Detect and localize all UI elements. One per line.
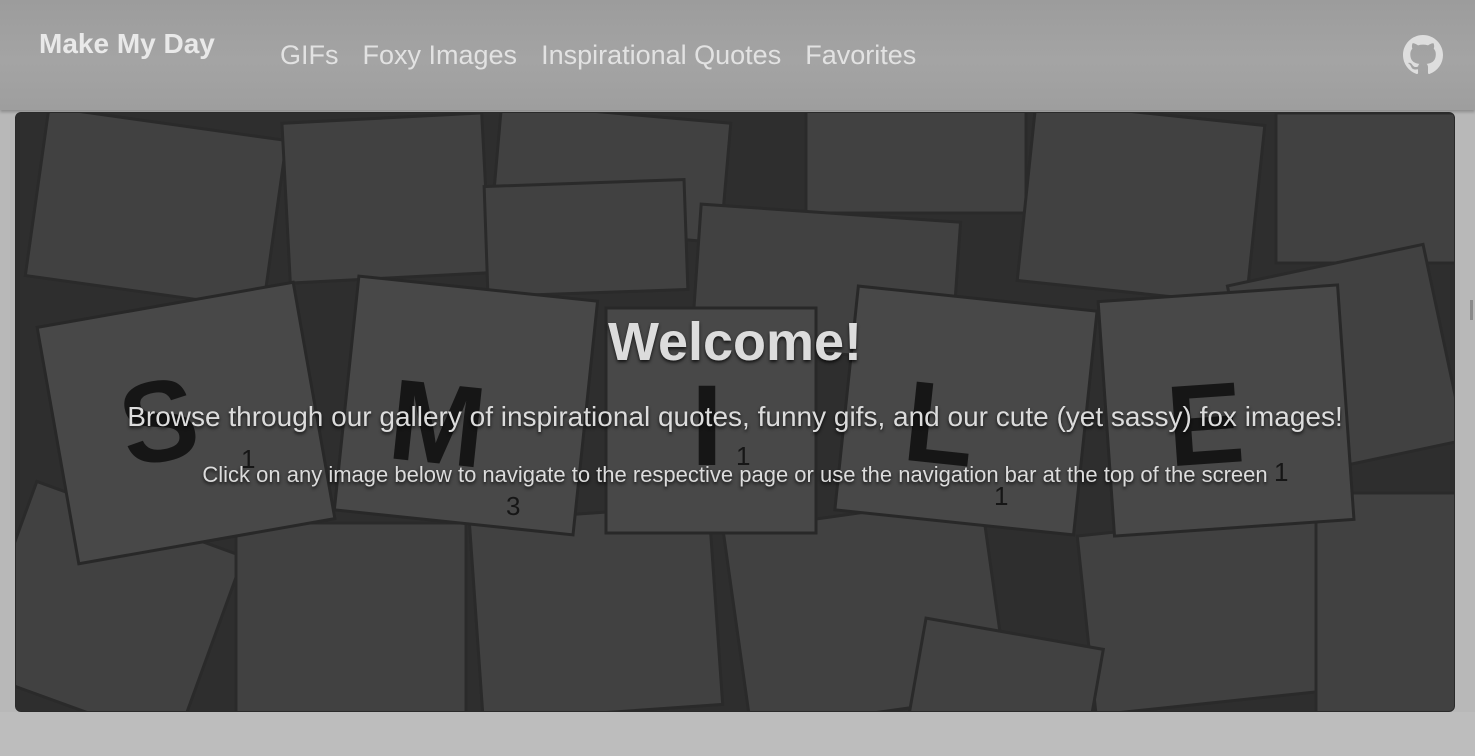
navbar: Make My Day GIFs Foxy Images Inspiration… [0,0,1475,110]
hero-instruction: Click on any image below to navigate to … [202,462,1268,487]
nav-link-foxy-images[interactable]: Foxy Images [363,40,518,71]
hero-subtitle: Browse through our gallery of inspiratio… [127,401,1343,432]
github-icon[interactable] [1403,35,1443,75]
nav-link-gifs[interactable]: GIFs [280,40,339,71]
hero-banner: S M I L E 1 3 1 1 1 Welcome! Browse thro… [15,112,1455,712]
hero-title: Welcome! [607,312,863,372]
scrollbar-thumb[interactable] [1470,300,1473,320]
nav-link-favorites[interactable]: Favorites [805,40,916,71]
brand-link[interactable]: Make My Day [39,28,215,60]
nav-links: GIFs Foxy Images Inspirational Quotes Fa… [280,40,916,71]
page-bottom-area [0,712,1475,756]
nav-link-inspirational-quotes[interactable]: Inspirational Quotes [541,40,781,71]
tile-subscript-m: 3 [506,491,520,521]
